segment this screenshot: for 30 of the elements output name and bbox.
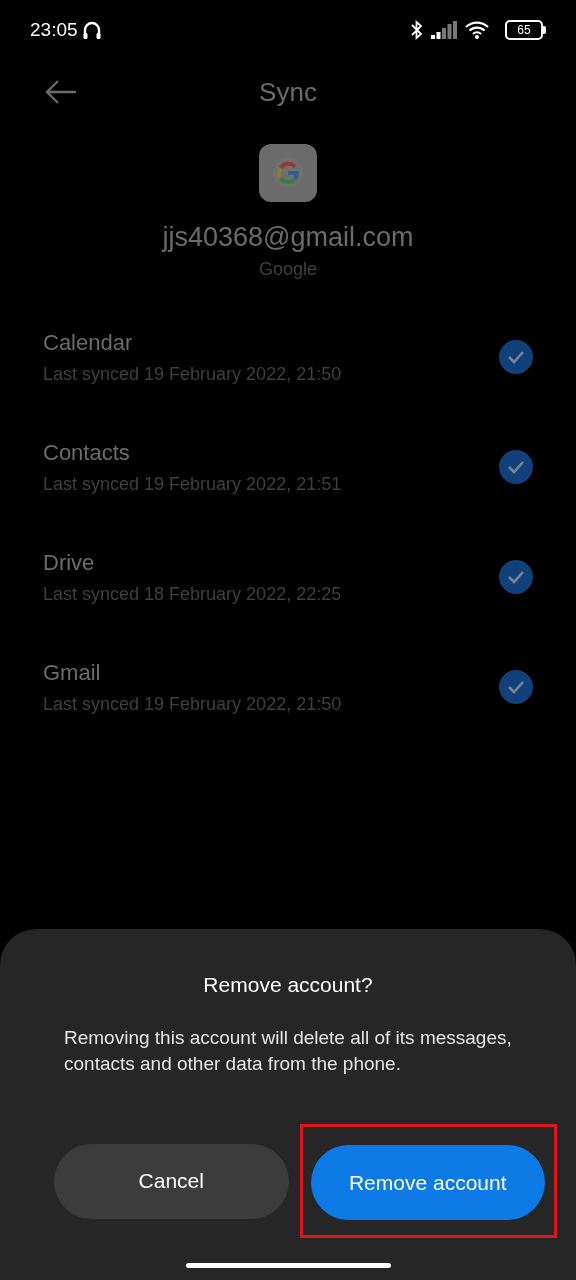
wifi-icon <box>465 21 489 39</box>
headphones-icon <box>81 20 102 40</box>
sync-checkbox[interactable] <box>499 560 533 594</box>
sync-item-title: Calendar <box>43 329 134 356</box>
back-button[interactable] <box>44 78 78 106</box>
sync-item-title: Gmail <box>43 659 102 686</box>
sync-item-title: Contacts <box>43 439 131 466</box>
sync-item-status: Last synced 19 February 2022, 21:51 <box>43 473 343 495</box>
remove-account-button[interactable]: Remove account <box>310 1145 545 1220</box>
sync-checkbox[interactable] <box>499 340 533 374</box>
sync-item-status: Last synced 19 February 2022, 21:50 <box>43 693 343 715</box>
sync-checkbox[interactable] <box>499 450 533 484</box>
checkmark-icon <box>507 460 525 474</box>
signal-icon <box>431 21 457 39</box>
checkmark-icon <box>507 680 525 694</box>
account-provider: Google <box>258 259 317 280</box>
status-time: 23:05 <box>30 19 78 41</box>
dialog-title: Remove account? <box>202 973 374 997</box>
bluetooth-icon <box>411 20 423 40</box>
cancel-button[interactable]: Cancel <box>54 1143 289 1219</box>
checkmark-icon <box>507 350 525 364</box>
sync-item-title: Drive <box>43 549 96 576</box>
sync-item-status: Last synced 18 February 2022, 22:25 <box>43 583 343 605</box>
checkmark-icon <box>507 570 525 584</box>
sync-checkbox[interactable] <box>499 670 533 704</box>
sync-item-status: Last synced 19 February 2022, 21:50 <box>43 363 343 385</box>
page-title: Sync <box>259 76 317 108</box>
dialog-message: Removing this account will delete all of its messages, contacts and other data from the phone. <box>64 1026 513 1076</box>
google-logo-icon <box>259 144 317 202</box>
account-email: jjs40368@gmail.com <box>162 222 414 253</box>
